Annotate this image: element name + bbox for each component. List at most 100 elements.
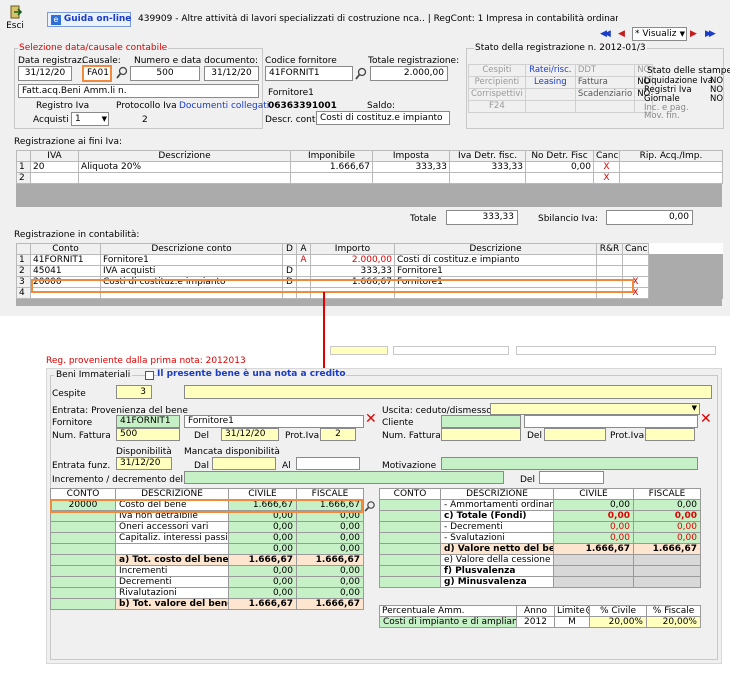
- limite-radio-icon[interactable]: [585, 606, 589, 614]
- costo-row[interactable]: 0,00 0,00: [50, 543, 364, 555]
- civile-cell[interactable]: 0,00: [228, 565, 297, 577]
- iva-detr-cell[interactable]: [449, 172, 526, 184]
- data-documento-input[interactable]: 31/12/20: [204, 66, 259, 81]
- del3-input[interactable]: [539, 471, 604, 484]
- civile-cell[interactable]: 0,00: [228, 587, 297, 599]
- iva-descr-cell[interactable]: Aliquota 20%: [78, 161, 291, 173]
- view-mode-select[interactable]: * Visualiz ▼: [632, 27, 687, 41]
- civile-cell[interactable]: 0,00: [228, 521, 297, 533]
- percentuale-cell[interactable]: 20,00%: [646, 616, 701, 628]
- conto-cell[interactable]: [50, 576, 116, 588]
- del-input[interactable]: 31/12/20: [221, 428, 279, 441]
- last-record-button[interactable]: ▶▶: [705, 28, 722, 40]
- percentuale-row[interactable]: Costi di impianto e di ampliam 2012 M 20,00…: [379, 616, 701, 628]
- imponibile-cell[interactable]: [290, 172, 373, 184]
- imposta-cell[interactable]: 333,33: [372, 161, 450, 173]
- fondi-row[interactable]: - Svalutazioni 0,00 0,00: [379, 532, 701, 544]
- civile-cell[interactable]: 0,00: [553, 510, 634, 522]
- civile-cell[interactable]: [553, 554, 634, 566]
- descrizione-registrazione-input[interactable]: Fatt.acq.Beni Amm.li n.: [18, 84, 259, 98]
- iva-code-cell[interactable]: 20: [30, 161, 79, 173]
- registro-select[interactable]: 1 ▼: [71, 112, 109, 126]
- cespite-input[interactable]: 3: [116, 385, 152, 399]
- costo-row[interactable]: Capitaliz. interessi passiv 0,00 0,00: [50, 532, 364, 544]
- civile-cell[interactable]: 0,00: [228, 543, 297, 555]
- conto-cell[interactable]: [379, 532, 441, 544]
- civile-cell[interactable]: 0,00: [228, 576, 297, 588]
- num-fattura2-input[interactable]: [441, 428, 521, 441]
- importo-cell[interactable]: 333,33: [310, 265, 395, 277]
- prot-iva2-input[interactable]: [645, 428, 695, 441]
- rr-cell[interactable]: [596, 265, 623, 277]
- percentuale-cell[interactable]: M: [554, 616, 590, 628]
- cliente-code-input[interactable]: [441, 415, 521, 428]
- percentuale-cell[interactable]: 20,00%: [589, 616, 647, 628]
- fiscale-cell[interactable]: [633, 576, 701, 588]
- costo-row[interactable]: Decrementi 0,00 0,00: [50, 576, 364, 588]
- search-icon[interactable]: [355, 67, 367, 81]
- conto-cell[interactable]: [379, 510, 441, 522]
- rip-acq-cell[interactable]: [619, 172, 723, 184]
- costo-row[interactable]: Oneri accessori vari 0,00 0,00: [50, 521, 364, 533]
- totale-registrazione-input[interactable]: 2.000,00: [370, 66, 448, 81]
- conto-cell[interactable]: [50, 543, 116, 555]
- no-detr-cell[interactable]: [525, 172, 594, 184]
- al-input[interactable]: [296, 457, 360, 470]
- incremento-input[interactable]: [184, 471, 504, 484]
- costo-row[interactable]: a) Tot. costo del bene 1.666,67 1.666,67: [50, 554, 364, 566]
- fiscale-cell[interactable]: 0,00: [296, 532, 364, 544]
- causale-input[interactable]: FA01: [82, 65, 112, 82]
- avere-cell[interactable]: A: [296, 254, 311, 266]
- fornitore-code-input[interactable]: 41FORNIT1: [116, 415, 180, 428]
- conto-cell[interactable]: [50, 521, 116, 533]
- nota-credito-checkbox[interactable]: [145, 371, 154, 380]
- civile-cell[interactable]: 0,00: [553, 521, 634, 533]
- motivazione-input[interactable]: [441, 457, 698, 470]
- descrizione-cell[interactable]: Costi di costituz.e impianto: [394, 254, 597, 266]
- contabilita-row[interactable]: 1 41FORNIT1 Fornitore1 A 2.000,00 Costi di co…: [16, 254, 723, 266]
- percentuale-cell[interactable]: Costi di impianto e di ampliam: [379, 616, 517, 628]
- search-icon[interactable]: [116, 66, 128, 80]
- civile-cell[interactable]: 0,00: [553, 532, 634, 544]
- conto-cell[interactable]: [50, 565, 116, 577]
- fondi-row[interactable]: - Decrementi 0,00 0,00: [379, 521, 701, 533]
- dal-input[interactable]: [212, 457, 276, 470]
- delete-row-button[interactable]: [622, 254, 649, 266]
- descrizione-cell[interactable]: Fornitore1: [394, 265, 597, 277]
- descrizione-conto-cell[interactable]: IVA acquisti: [100, 265, 283, 277]
- fiscale-cell[interactable]: 0,00: [296, 521, 364, 533]
- no-detr-cell[interactable]: 0,00: [525, 161, 594, 173]
- numero-documento-input[interactable]: 500: [130, 66, 200, 81]
- fiscale-cell[interactable]: 1.666,67: [296, 554, 364, 566]
- civile-cell[interactable]: [553, 576, 634, 588]
- iva-row[interactable]: 2X: [16, 172, 723, 184]
- civile-cell[interactable]: 0,00: [553, 499, 634, 511]
- conto-cell[interactable]: [50, 532, 116, 544]
- civile-cell[interactable]: 1.666,67: [228, 598, 297, 610]
- cespite-descrizione-input[interactable]: [184, 385, 712, 399]
- iva-code-cell[interactable]: [30, 172, 79, 184]
- first-record-button[interactable]: ◀◀: [600, 28, 615, 40]
- conto-cell[interactable]: [379, 499, 441, 511]
- dare-cell[interactable]: [282, 254, 297, 266]
- iva-row[interactable]: 1 20 Aliquota 20% 1.666,67 333,33 333,33 0,00 X: [16, 161, 723, 173]
- fondi-row[interactable]: e) Valore della cessione: [379, 554, 701, 566]
- del2-input[interactable]: [544, 428, 606, 441]
- clear-cliente-icon[interactable]: ✕: [700, 412, 712, 426]
- cliente-name-input[interactable]: [524, 415, 698, 428]
- fondi-row[interactable]: c) Totale (Fondi) 0,00 0,00: [379, 510, 701, 522]
- conto-cell[interactable]: [50, 598, 116, 610]
- clear-fornitore-icon[interactable]: ✕: [365, 412, 377, 426]
- descrizione-conto-input[interactable]: Costi di costituz.e impianto: [316, 111, 450, 125]
- fondi-row[interactable]: f) Plusvalenza: [379, 565, 701, 577]
- conto-cell[interactable]: [379, 521, 441, 533]
- civile-cell[interactable]: 0,00: [228, 532, 297, 544]
- uscita-select[interactable]: ▼: [490, 403, 700, 415]
- codice-fornitore-input[interactable]: 41FORNIT1: [265, 66, 353, 81]
- fornitore-name-input[interactable]: Fornitore1: [184, 415, 364, 428]
- civile-cell[interactable]: 1.666,67: [228, 554, 297, 566]
- conto-cell[interactable]: [50, 554, 116, 566]
- iva-descr-cell[interactable]: [78, 172, 291, 184]
- conto-cell[interactable]: 45041: [30, 265, 101, 277]
- fondi-row[interactable]: d) Valore netto del bene1.666,671.666,67: [379, 543, 701, 555]
